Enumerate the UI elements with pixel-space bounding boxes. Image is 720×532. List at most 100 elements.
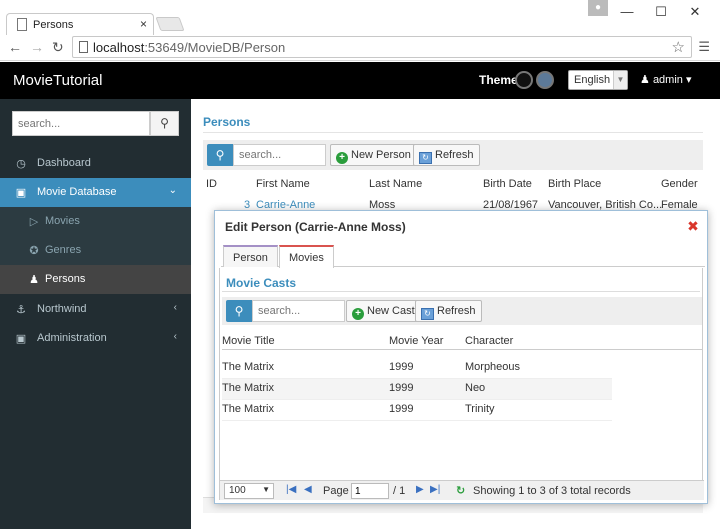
- theme-blue-swatch[interactable]: [536, 71, 554, 89]
- page-title: Persons: [203, 115, 251, 129]
- minimize-button[interactable]: —: [610, 4, 644, 20]
- edit-person-dialog: Edit Person (Carrie-Anne Moss) ✖ Person …: [214, 210, 708, 504]
- button-label: New Cast: [367, 305, 415, 317]
- refresh-button[interactable]: ↻ Refresh: [415, 300, 482, 322]
- prev-page-icon[interactable]: ◀: [304, 484, 312, 495]
- column-header[interactable]: First Name: [256, 178, 310, 190]
- pin-icon: ✪: [29, 245, 39, 257]
- language-select[interactable]: English ▼: [568, 70, 628, 90]
- column-header[interactable]: Movie Year: [389, 335, 443, 347]
- refresh-icon: ↻: [419, 152, 432, 164]
- search-icon[interactable]: ⚲: [226, 300, 252, 322]
- language-value: English: [574, 74, 611, 86]
- page-of-label: / 1: [393, 485, 406, 497]
- next-page-icon[interactable]: ▶: [416, 484, 424, 495]
- casts-title: Movie Casts: [226, 276, 297, 290]
- sidebar-item-movie-database[interactable]: ▣ Movie Database ⌄: [0, 178, 191, 207]
- sidebar-search: ⚲: [12, 111, 179, 136]
- user-menu[interactable]: ♟ admin ▾: [640, 73, 692, 86]
- cast-character: Trinity: [465, 403, 495, 415]
- bookmark-star-icon[interactable]: ☆: [672, 38, 685, 56]
- column-header[interactable]: Last Name: [369, 178, 422, 190]
- column-header[interactable]: Movie Title: [222, 335, 275, 347]
- sidebar-item-label: Dashboard: [37, 157, 91, 169]
- sidebar-item-genres[interactable]: ✪ Genres: [0, 236, 191, 265]
- sidebar-item-movies[interactable]: ▷ Movies: [0, 207, 191, 236]
- reload-icon[interactable]: ↻: [52, 39, 64, 56]
- browser-menu-icon[interactable]: ☰: [698, 39, 710, 55]
- first-page-icon[interactable]: |◀: [286, 484, 296, 495]
- refresh-button[interactable]: ↻ Refresh: [413, 144, 480, 166]
- new-person-button[interactable]: + New Person: [330, 144, 417, 166]
- browser-tab-title: Persons: [33, 19, 74, 31]
- sidebar-search-input[interactable]: [12, 111, 150, 136]
- column-header[interactable]: Character: [465, 335, 513, 347]
- persons-search-input[interactable]: [233, 144, 326, 166]
- plus-icon: +: [336, 152, 348, 164]
- table-row[interactable]: The Matrix 1999 Morpheous: [222, 358, 612, 379]
- app-header: MovieTutorial Theme English ▼ ♟ admin ▾: [0, 62, 720, 99]
- casts-pager: 100 ▼ |◀ ◀ Page / 1 ▶ ▶| ↻ Showing 1 to 3…: [220, 480, 704, 500]
- sidebar-item-label: Persons: [45, 273, 86, 285]
- user-icon: ♟: [640, 74, 650, 86]
- pager-status: Showing 1 to 3 of 3 total records: [473, 485, 631, 497]
- page-size-select[interactable]: 100 ▼: [224, 483, 274, 499]
- new-tab-button[interactable]: [155, 17, 185, 31]
- address-url: localhost:53649/MovieDB/Person: [93, 40, 286, 55]
- table-row[interactable]: The Matrix 1999 Trinity: [222, 400, 612, 421]
- theme-dark-swatch[interactable]: [515, 71, 533, 89]
- page-number-input[interactable]: [351, 483, 389, 499]
- page-icon: [79, 41, 88, 53]
- film-icon: ▣: [15, 187, 27, 199]
- address-bar[interactable]: localhost:53649/MovieDB/Person ☆: [72, 36, 692, 58]
- column-header[interactable]: Birth Place: [548, 178, 601, 190]
- column-header[interactable]: Birth Date: [483, 178, 532, 190]
- button-label: New Person: [351, 149, 411, 161]
- window-controls: — ☐ ✕: [610, 4, 712, 20]
- sidebar-item-label: Genres: [45, 244, 82, 256]
- browser-tabstrip: Persons × ● — ☐ ✕: [0, 0, 720, 35]
- casts-divider: [222, 291, 700, 292]
- title-divider: [203, 132, 703, 133]
- person-icon: ♟: [29, 274, 39, 286]
- casts-grid-header: Movie Title Movie Year Character: [222, 332, 702, 350]
- browser-tab[interactable]: Persons ×: [6, 13, 154, 35]
- caret-down-icon: ▾: [685, 74, 692, 86]
- sidebar-item-administration[interactable]: ▣ Administration ‹: [0, 324, 191, 353]
- last-page-icon[interactable]: ▶|: [430, 484, 440, 495]
- column-header[interactable]: Gender: [661, 178, 698, 190]
- brand-logo[interactable]: MovieTutorial: [13, 72, 102, 89]
- dashboard-icon: ◷: [16, 158, 26, 170]
- reload-icon[interactable]: ↻: [456, 484, 465, 497]
- document-icon: [17, 18, 27, 31]
- profile-icon[interactable]: ●: [588, 0, 608, 16]
- tab-close-icon[interactable]: ×: [140, 17, 147, 31]
- cast-movie-year: 1999: [389, 382, 414, 394]
- back-arrow-icon[interactable]: ←: [8, 39, 22, 55]
- new-cast-button[interactable]: + New Cast: [346, 300, 421, 322]
- maximize-button[interactable]: ☐: [644, 4, 678, 20]
- close-window-button[interactable]: ✕: [678, 4, 712, 20]
- tab-movies[interactable]: Movies: [279, 245, 334, 268]
- cast-movie-title: The Matrix: [222, 361, 274, 373]
- chevron-down-icon: ⌄: [168, 185, 177, 196]
- search-icon[interactable]: ⚲: [150, 111, 179, 136]
- cast-movie-title: The Matrix: [222, 403, 274, 415]
- movie-casts-panel: Movie Casts ⚲ +New Cast ↻Refresh Movie T…: [219, 268, 704, 500]
- sidebar-item-dashboard[interactable]: ◷ Dashboard: [0, 149, 191, 178]
- casts-search-input[interactable]: [252, 300, 345, 322]
- close-icon[interactable]: ✖: [687, 219, 699, 233]
- search-icon[interactable]: ⚲: [207, 144, 233, 166]
- cast-character: Neo: [465, 382, 486, 394]
- chevron-left-icon: ‹: [173, 302, 177, 313]
- column-header[interactable]: ID: [206, 178, 217, 190]
- video-icon: ▷: [29, 216, 39, 228]
- forward-arrow-icon[interactable]: →: [30, 39, 44, 55]
- dialog-title: Edit Person (Carrie-Anne Moss): [225, 220, 406, 234]
- table-row[interactable]: The Matrix 1999 Neo: [222, 379, 612, 400]
- sidebar-item-persons[interactable]: ♟ Persons: [0, 265, 191, 294]
- tab-person[interactable]: Person: [223, 245, 278, 267]
- sidebar-item-northwind[interactable]: ⚓ Northwind ‹: [0, 295, 191, 324]
- chevron-down-icon: ▼: [262, 485, 270, 494]
- theme-label: Theme: [479, 73, 518, 87]
